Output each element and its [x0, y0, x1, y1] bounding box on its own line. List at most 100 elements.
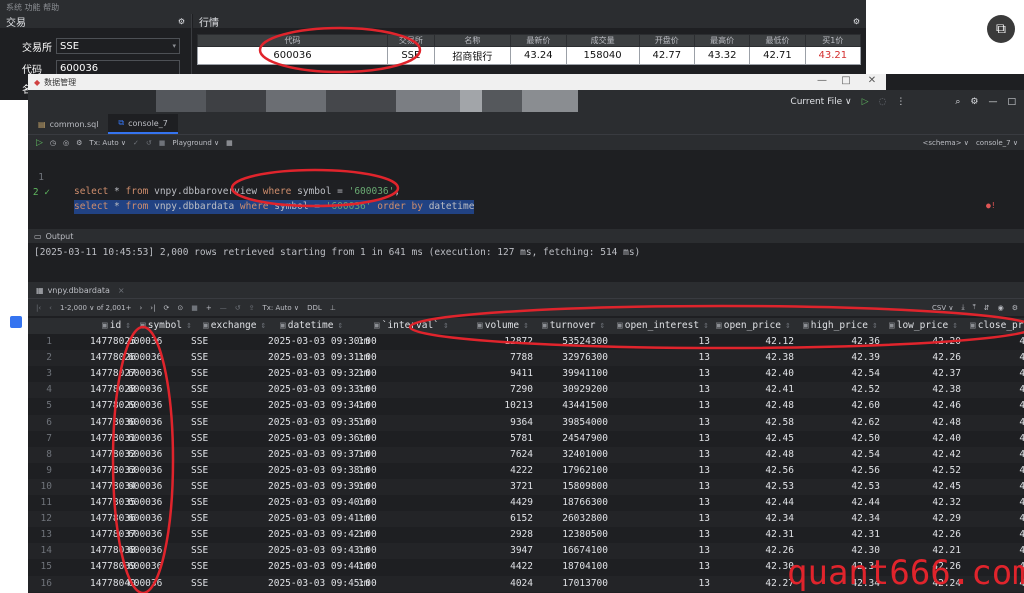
- cell-interval[interactable]: 1m: [358, 431, 369, 447]
- cell-low_price[interactable]: 42.52: [932, 463, 961, 479]
- cell-turnover[interactable]: 30929200: [562, 382, 608, 398]
- cell-interval[interactable]: 1m: [358, 350, 369, 366]
- cell-open_price[interactable]: 42.48: [765, 447, 794, 463]
- cell-interval[interactable]: 1m: [358, 527, 369, 543]
- cell-open_price[interactable]: 42.53: [765, 479, 794, 495]
- history-icon[interactable]: ◷: [50, 139, 56, 147]
- cell-symbol[interactable]: 600036: [128, 447, 162, 463]
- cell-exchange[interactable]: SSE: [191, 511, 208, 527]
- stop-icon[interactable]: ■: [191, 304, 198, 312]
- cell-low_price[interactable]: 42.46: [932, 398, 961, 414]
- cell-exchange[interactable]: SSE: [191, 576, 208, 592]
- cell-interval[interactable]: 1m: [358, 495, 369, 511]
- cell-symbol[interactable]: 600036: [128, 543, 162, 559]
- cell-exchange[interactable]: SSE: [191, 543, 208, 559]
- cell-open_price[interactable]: 42.40: [765, 366, 794, 382]
- rollback-icon[interactable]: ↺: [146, 139, 152, 147]
- close-icon[interactable]: ×: [118, 286, 125, 295]
- column-header-id[interactable]: ▣ id ⇕: [102, 318, 131, 334]
- column-header-close_price[interactable]: ▣close_price⇕: [970, 318, 1024, 334]
- cell-interval[interactable]: 1m: [358, 447, 369, 463]
- cell-interval[interactable]: 1m: [358, 382, 369, 398]
- table-row[interactable]: 7 14778031 600036 SSE 2025-03-03 09:36:00 1m 5…: [28, 431, 1024, 447]
- sort-icon[interactable]: ⇕: [443, 320, 449, 331]
- cell-high_price[interactable]: 42.53: [851, 479, 880, 495]
- cell-open_interest[interactable]: 13: [699, 463, 710, 479]
- quote-header-cell[interactable]: 最新价: [510, 34, 567, 47]
- quote-header-cell[interactable]: 开盘价: [638, 34, 695, 47]
- table-row[interactable]: 2 14778026 600036 SSE 2025-03-03 09:31:00 1m 7…: [28, 350, 1024, 367]
- cell-close_price[interactable]: 42.59: [1019, 398, 1024, 414]
- trading-menubar[interactable]: 系统 功能 帮助: [0, 0, 866, 14]
- sort-icon[interactable]: ⇕: [952, 320, 958, 331]
- cell-low_price[interactable]: 42.45: [932, 479, 961, 495]
- cell-symbol[interactable]: 600036: [128, 398, 162, 414]
- cell-low_price[interactable]: 42.20: [932, 334, 961, 350]
- cell-interval[interactable]: 1m: [358, 576, 369, 592]
- cell-open_interest[interactable]: 13: [699, 398, 710, 414]
- tab-common-sql[interactable]: ▤ common.sql: [28, 114, 108, 134]
- cell-close_price[interactable]: 42.48: [1019, 415, 1024, 431]
- table-icon[interactable]: ▦: [226, 139, 233, 147]
- cell-high_price[interactable]: 42.44: [851, 495, 880, 511]
- cell-close_price[interactable]: 42.45: [1019, 431, 1024, 447]
- cell-exchange[interactable]: SSE: [191, 398, 208, 414]
- cell-volume[interactable]: 6152: [510, 511, 533, 527]
- column-header-high_price[interactable]: ▣ high_price ⇕: [803, 318, 878, 334]
- sort-icon[interactable]: ⇕: [523, 320, 529, 331]
- sort-icon[interactable]: ⇕: [872, 320, 878, 331]
- cell-close_price[interactable]: 42.47: [1019, 479, 1024, 495]
- run-icon[interactable]: ▷: [862, 97, 869, 107]
- cell-symbol[interactable]: 600036: [128, 366, 162, 382]
- cell-high_price[interactable]: 42.56: [851, 463, 880, 479]
- cell-exchange[interactable]: SSE: [191, 382, 208, 398]
- cell-interval[interactable]: 1m: [358, 543, 369, 559]
- gear-icon[interactable]: ⚙: [1012, 304, 1018, 312]
- sort-icon[interactable]: ⇕: [125, 320, 131, 331]
- table-row[interactable]: 10 14778034 600036 SSE 2025-03-03 09:39:00 1m…: [28, 478, 1024, 495]
- download-icon[interactable]: ⤓: [962, 303, 965, 312]
- gear-icon[interactable]: ⚙: [853, 17, 860, 26]
- cell-turnover[interactable]: 18766300: [562, 495, 608, 511]
- cell-volume[interactable]: 12872: [504, 334, 533, 350]
- cell-turnover[interactable]: 43441500: [562, 398, 608, 414]
- cell-symbol[interactable]: 600036: [128, 463, 162, 479]
- cell-turnover[interactable]: 26032800: [562, 511, 608, 527]
- column-header-low_price[interactable]: ▣ low_price ⇕: [889, 318, 958, 334]
- compare-icon[interactable]: ⇵: [984, 304, 990, 312]
- refresh-icon[interactable]: ⟳: [163, 304, 169, 312]
- sort-icon[interactable]: ⇕: [785, 320, 791, 331]
- cell-exchange[interactable]: SSE: [191, 350, 208, 366]
- cell-low_price[interactable]: 42.48: [932, 415, 961, 431]
- first-page-icon[interactable]: |‹: [36, 304, 41, 312]
- cell-exchange[interactable]: SSE: [191, 495, 208, 511]
- zoom-icon[interactable]: ⊙: [177, 304, 183, 312]
- result-tx-select[interactable]: Tx: Auto ∨: [262, 304, 299, 312]
- cell-exchange[interactable]: SSE: [191, 463, 208, 479]
- cell-open_price[interactable]: 42.44: [765, 495, 794, 511]
- commit-icon[interactable]: ✓: [133, 139, 139, 147]
- cell-volume[interactable]: 4222: [510, 463, 533, 479]
- cell-turnover[interactable]: 12380500: [562, 527, 608, 543]
- pin-icon[interactable]: ⊥: [330, 304, 336, 312]
- cell-symbol[interactable]: 600036: [128, 576, 162, 592]
- cell-low_price[interactable]: 42.40: [932, 431, 961, 447]
- gear-icon[interactable]: ⚙: [970, 97, 978, 107]
- ddl-button[interactable]: DDL: [307, 304, 322, 312]
- cell-high_price[interactable]: 42.36: [851, 334, 880, 350]
- cell-high_price[interactable]: 42.50: [851, 431, 880, 447]
- cell-symbol[interactable]: 600036: [128, 350, 162, 366]
- column-header-symbol[interactable]: ▣ symbol ⇕: [140, 318, 192, 334]
- cell-close_price[interactable]: 42.33: [1019, 334, 1024, 350]
- sort-icon[interactable]: ⇕: [703, 320, 709, 331]
- sort-icon[interactable]: ⇕: [600, 320, 606, 331]
- column-header-open_price[interactable]: ▣ open_price ⇕: [716, 318, 791, 334]
- warning-icon[interactable]: ●!: [986, 199, 996, 213]
- cell-open_interest[interactable]: 13: [699, 559, 710, 575]
- cell-open_price[interactable]: 42.38: [765, 350, 794, 366]
- quote-header-cell[interactable]: 名称: [433, 34, 512, 47]
- screenshot-icon[interactable]: ⧉: [987, 15, 1015, 43]
- cell-high_price[interactable]: 42.62: [851, 415, 880, 431]
- column-header-datetime[interactable]: ▣ datetime ⇕: [280, 318, 343, 334]
- cell-low_price[interactable]: 42.42: [932, 447, 961, 463]
